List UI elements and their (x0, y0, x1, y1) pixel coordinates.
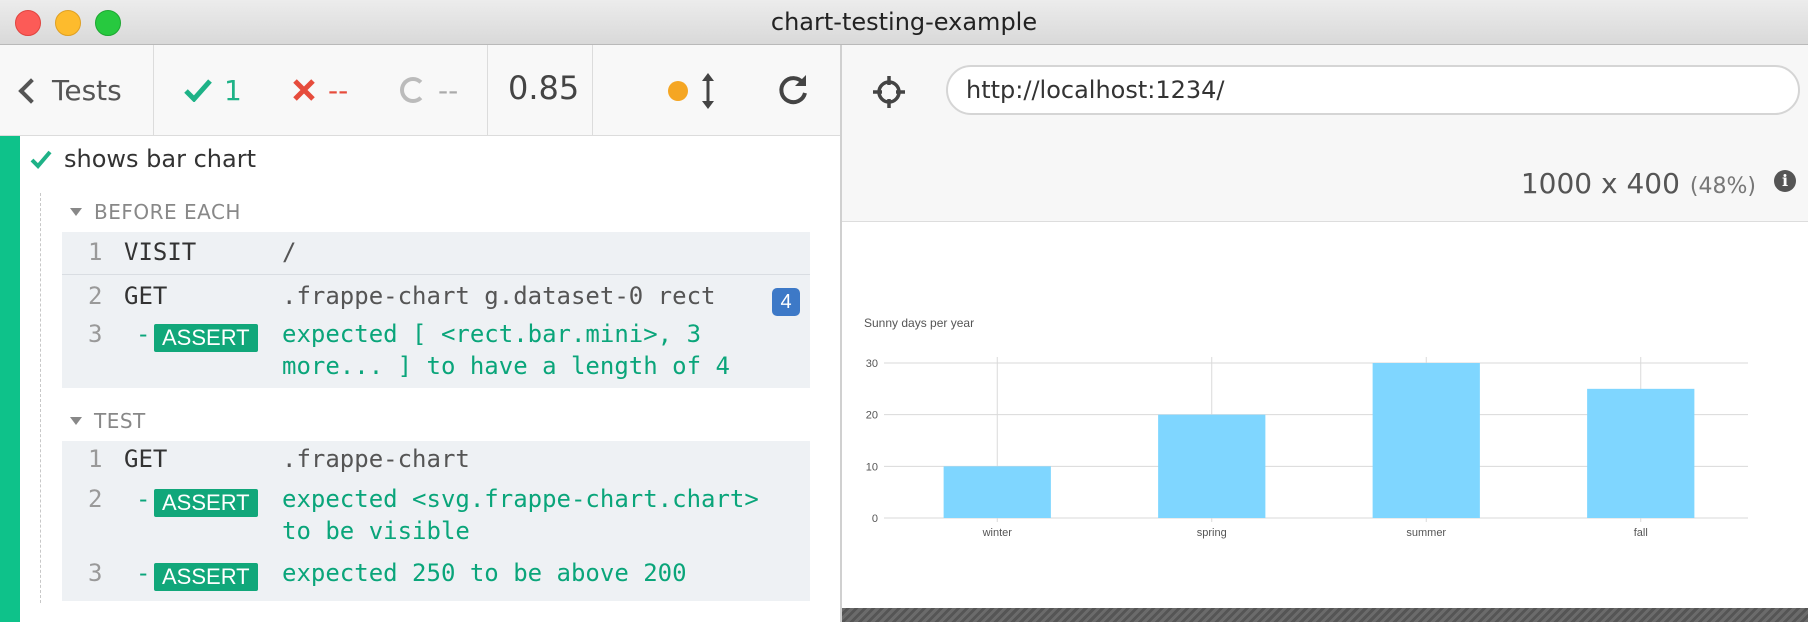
url-field[interactable]: http://localhost:1234/ (946, 65, 1800, 115)
chart-title: Sunny days per year (864, 316, 974, 330)
window-title: chart-testing-example (770, 8, 1038, 36)
command-row[interactable]: 1 GET .frappe-chart (62, 445, 810, 481)
preview-header: http://localhost:1234/ 1000 x 400 (48%) i (842, 45, 1808, 222)
viewport-dimensions: 1000 x 400 (1520, 167, 1680, 200)
passed-count: 1 (224, 73, 242, 107)
app-window: chart-testing-example Tests 1 -- -- 0.85… (0, 0, 1808, 622)
check-icon (184, 79, 212, 102)
app-preview-panel: http://localhost:1234/ 1000 x 400 (48%) i… (842, 45, 1808, 622)
x-tick-label: fall (1634, 527, 1648, 539)
command-message: to be visible (282, 517, 470, 545)
duration-value: 0.85 (508, 69, 580, 107)
command-message: .frappe-chart g.dataset-0 rect (282, 282, 716, 310)
scroll-arrows-icon[interactable] (700, 71, 716, 111)
command-message: .frappe-chart (282, 445, 470, 473)
test-title-text: shows bar chart (64, 145, 256, 173)
pending-count: -- (438, 73, 459, 107)
check-icon (30, 150, 52, 169)
chevron-left-icon (18, 78, 44, 104)
app-iframe: Sunny days per year 0 10 20 30 winter spring su… (842, 222, 1808, 608)
x-icon (293, 79, 315, 101)
indent-guide (40, 193, 41, 603)
x-tick-label: summer (1406, 527, 1446, 539)
collapse-triangle-icon (70, 208, 82, 216)
bar-chart: Sunny days per year 0 10 20 30 winter spring su… (864, 316, 1748, 539)
assert-dash: - (136, 320, 151, 348)
hook-label: BEFORE EACH (94, 200, 241, 224)
bar (1372, 363, 1480, 518)
before-each-commands: 1 VISIT / 2 GET .frappe-chart g.dataset-… (62, 232, 810, 388)
command-message: expected <svg.frappe-chart.chart> (282, 485, 759, 513)
x-tick-label: winter (982, 527, 1013, 539)
test-title[interactable]: shows bar chart (30, 145, 256, 173)
bar (943, 466, 1051, 518)
command-row[interactable]: 1 VISIT / (62, 238, 810, 274)
viewport-size: 1000 x 400 (48%) (1521, 167, 1756, 200)
status-dot-icon (668, 81, 688, 101)
command-message: more... ] to have a length of 4 (282, 352, 730, 380)
reporter-panel: Tests 1 -- -- 0.85 shows bar chart BEFOR… (0, 45, 840, 622)
hook-before-each[interactable]: BEFORE EACH (70, 200, 241, 224)
command-name: VISIT (124, 238, 197, 266)
y-tick-label: 10 (866, 461, 878, 473)
y-tick-label: 0 (872, 513, 878, 525)
command-number: 2 (88, 485, 103, 513)
command-row[interactable]: 3 - ASSERT expected [ <rect.bar.mini>, 3… (62, 320, 810, 386)
command-name: GET (124, 445, 168, 473)
element-count-badge: 4 (772, 288, 800, 316)
command-row[interactable]: 2 GET .frappe-chart g.dataset-0 rect 4 (62, 282, 810, 318)
title-bar: chart-testing-example (0, 0, 1808, 45)
tests-back-label: Tests (52, 73, 122, 107)
hook-test[interactable]: TEST (70, 409, 146, 433)
passed-stat[interactable]: 1 (184, 71, 242, 109)
assert-dash: - (136, 559, 151, 587)
bar (1158, 414, 1266, 518)
command-row[interactable]: 2 - ASSERT expected <svg.frappe-chart.ch… (62, 485, 810, 551)
hook-label: TEST (94, 409, 146, 433)
command-number: 3 (88, 320, 103, 348)
failed-stat[interactable]: -- (292, 71, 348, 109)
header-divider (153, 45, 154, 135)
header-divider (592, 45, 593, 135)
test-commands: 1 GET .frappe-chart 2 - ASSERT expected … (62, 441, 810, 601)
assert-dash: - (136, 485, 151, 513)
crosshair-icon[interactable] (872, 75, 906, 109)
assert-badge: ASSERT (154, 563, 258, 591)
row-divider (62, 274, 810, 275)
command-name: GET (124, 282, 168, 310)
y-tick-label: 20 (866, 410, 878, 422)
header-divider (487, 45, 488, 135)
spinner-icon (400, 77, 426, 103)
assert-badge: ASSERT (154, 324, 258, 352)
command-message: / (282, 238, 297, 266)
tests-back-button[interactable]: Tests (18, 73, 122, 107)
reporter-header: Tests 1 -- -- 0.85 (0, 45, 840, 136)
failed-count: -- (328, 73, 349, 107)
bar (1587, 388, 1695, 518)
viewport-scale: (48%) (1689, 174, 1756, 199)
assert-badge: ASSERT (154, 489, 258, 517)
y-tick-label: 30 (866, 358, 878, 370)
collapse-triangle-icon (70, 417, 82, 425)
command-number: 1 (88, 238, 103, 266)
x-tick-label: spring (1197, 527, 1227, 539)
pending-stat[interactable]: -- (400, 71, 458, 109)
test-status-bar (0, 136, 20, 622)
command-message: expected 250 to be above 200 (282, 559, 687, 587)
command-row[interactable]: 3 - ASSERT expected 250 to be above 200 (62, 559, 810, 595)
iframe-bottom-edge (842, 608, 1808, 622)
info-icon[interactable]: i (1774, 170, 1796, 192)
reload-icon[interactable] (776, 73, 810, 107)
command-number: 1 (88, 445, 103, 473)
command-message: expected [ <rect.bar.mini>, 3 (282, 320, 702, 348)
command-number: 3 (88, 559, 103, 587)
command-number: 2 (88, 282, 103, 310)
